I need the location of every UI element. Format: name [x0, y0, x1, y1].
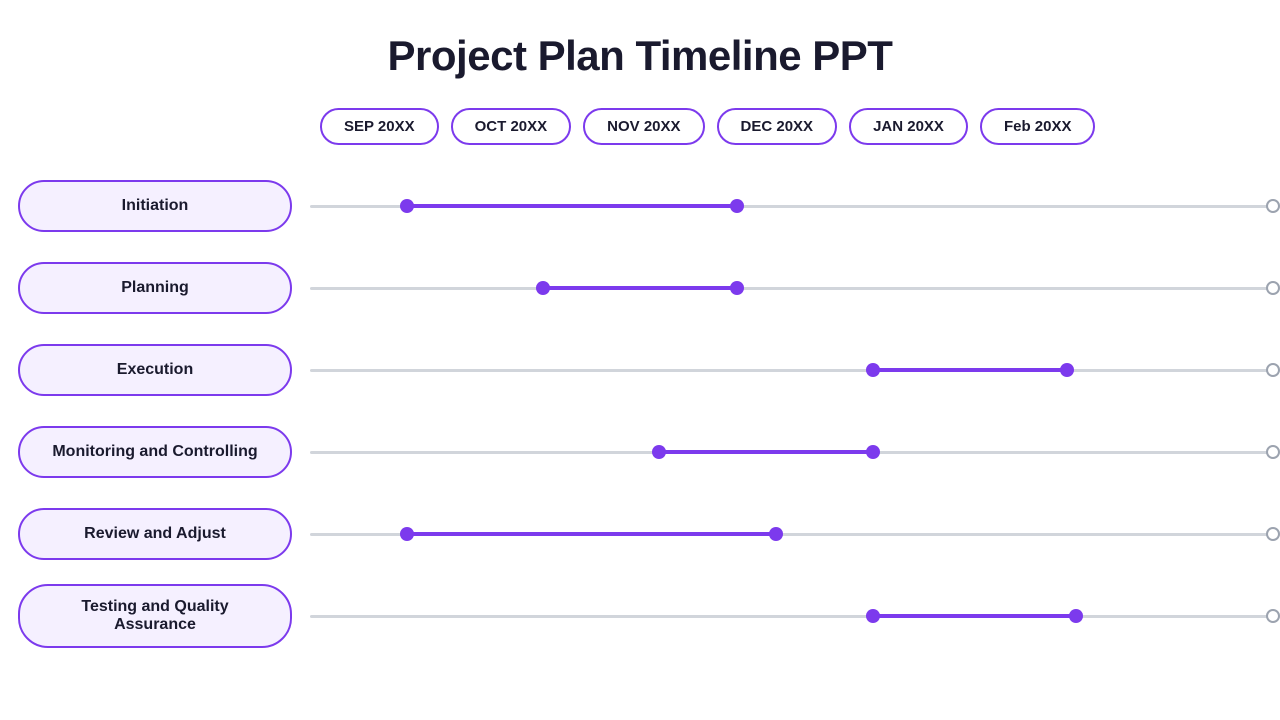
start-dot-planning — [536, 281, 550, 295]
segment-testing — [873, 614, 1077, 618]
start-dot-initiation — [400, 199, 414, 213]
segment-review — [407, 532, 776, 536]
end-circle-initiation — [1266, 199, 1280, 213]
bar-area-execution — [310, 329, 1280, 411]
track-planning — [310, 287, 1280, 290]
track-testing — [310, 615, 1280, 618]
segment-monitoring — [659, 450, 872, 454]
segment-execution — [873, 368, 1067, 372]
label-pill-monitoring: Monitoring and Controlling — [18, 426, 292, 478]
timeline-row-initiation: Initiation — [0, 165, 1280, 247]
page-title: Project Plan Timeline PPT — [388, 32, 893, 80]
end-dot-testing — [1069, 609, 1083, 623]
end-circle-planning — [1266, 281, 1280, 295]
segment-initiation — [407, 204, 737, 208]
track-execution — [310, 369, 1280, 372]
bar-area-planning — [310, 247, 1280, 329]
months-row: SEP 20XX OCT 20XX NOV 20XX DEC 20XX JAN 20XX… — [320, 108, 1095, 145]
label-pill-initiation: Initiation — [18, 180, 292, 232]
end-dot-planning — [730, 281, 744, 295]
bar-area-initiation — [310, 165, 1280, 247]
bar-area-monitoring — [310, 411, 1280, 493]
timeline-row-monitoring: Monitoring and Controlling — [0, 411, 1280, 493]
bar-area-testing — [310, 575, 1280, 657]
end-dot-review — [769, 527, 783, 541]
start-dot-monitoring — [652, 445, 666, 459]
label-pill-execution: Execution — [18, 344, 292, 396]
segment-planning — [543, 286, 737, 290]
end-dot-initiation — [730, 199, 744, 213]
bar-area-review — [310, 493, 1280, 575]
month-badge-0: SEP 20XX — [320, 108, 439, 145]
month-badge-3: DEC 20XX — [717, 108, 838, 145]
end-circle-review — [1266, 527, 1280, 541]
end-dot-execution — [1060, 363, 1074, 377]
month-badge-4: JAN 20XX — [849, 108, 968, 145]
end-dot-monitoring — [866, 445, 880, 459]
end-circle-testing — [1266, 609, 1280, 623]
end-circle-execution — [1266, 363, 1280, 377]
start-dot-review — [400, 527, 414, 541]
start-dot-testing — [866, 609, 880, 623]
timeline-row-execution: Execution — [0, 329, 1280, 411]
month-badge-5: Feb 20XX — [980, 108, 1096, 145]
label-pill-review: Review and Adjust — [18, 508, 292, 560]
timeline-row-planning: Planning — [0, 247, 1280, 329]
label-pill-planning: Planning — [18, 262, 292, 314]
label-pill-testing: Testing and Quality Assurance — [18, 584, 292, 648]
timeline-container: Initiation Planning Execution Monitoring an… — [0, 165, 1280, 657]
month-badge-2: NOV 20XX — [583, 108, 704, 145]
start-dot-execution — [866, 363, 880, 377]
timeline-row-review: Review and Adjust — [0, 493, 1280, 575]
timeline-row-testing: Testing and Quality Assurance — [0, 575, 1280, 657]
month-badge-1: OCT 20XX — [451, 108, 572, 145]
end-circle-monitoring — [1266, 445, 1280, 459]
